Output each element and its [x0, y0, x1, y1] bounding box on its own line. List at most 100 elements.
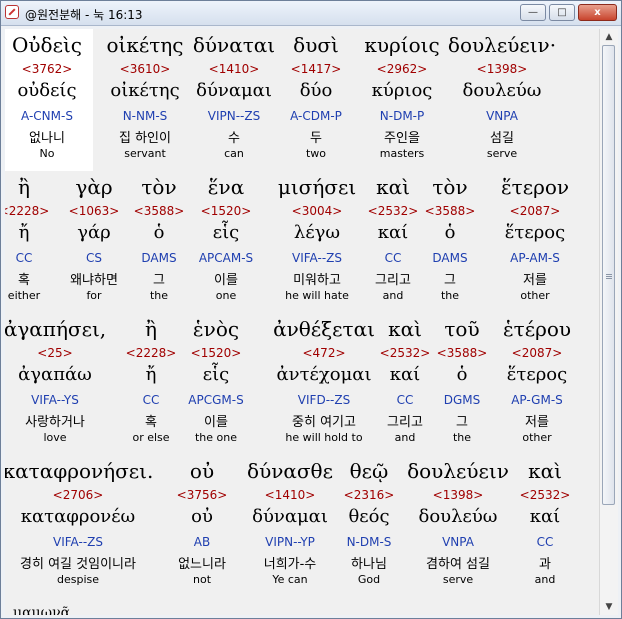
word-kor: 그리고: [387, 415, 423, 430]
title-bar[interactable]: @원전분해 - 눅 16:13 — □ x: [1, 1, 621, 26]
window-title: @원전분해 - 눅 16:13: [25, 8, 143, 22]
word-strong[interactable]: <3762>: [22, 62, 73, 76]
word-strong[interactable]: <2532>: [368, 204, 419, 218]
word-greek[interactable]: ἕνα: [208, 175, 244, 199]
word-kor: 저를: [525, 415, 549, 430]
word-greek[interactable]: τὸν: [432, 175, 467, 199]
word-strong[interactable]: <472>: [302, 346, 345, 360]
word-greek[interactable]: ἢ: [145, 317, 157, 341]
word-strong[interactable]: <3756>: [177, 488, 228, 502]
word-lemma: ὁ: [153, 222, 165, 243]
word-lemma: δουλεύω: [418, 506, 498, 527]
word-eng: masters: [379, 147, 425, 160]
app-icon: [5, 5, 19, 19]
word-strong[interactable]: <2532>: [380, 346, 431, 360]
word-kor: 혹: [18, 273, 30, 288]
word-strong[interactable]: <1398>: [433, 488, 484, 502]
word-greek[interactable]: ἑτέρου: [503, 317, 571, 341]
word-strong[interactable]: <1398>: [477, 62, 528, 76]
word-strong[interactable]: <3610>: [120, 62, 171, 76]
word-strong[interactable]: <1417>: [291, 62, 342, 76]
word-strong[interactable]: <2228>: [5, 204, 49, 218]
vertical-scrollbar[interactable]: ▲ ▼: [599, 29, 618, 615]
word-kor: 혹: [145, 415, 157, 430]
word-greek[interactable]: καὶ: [388, 317, 422, 341]
minimize-button[interactable]: —: [520, 4, 546, 21]
word-strong[interactable]: <1063>: [69, 204, 120, 218]
word-greek[interactable]: οὐ: [190, 459, 214, 483]
word-parse: VIFA--ZS: [53, 535, 103, 549]
word-greek[interactable]: δουλεύειν: [407, 459, 509, 483]
word-strong[interactable]: <1520>: [191, 346, 242, 360]
word-kor: 과: [539, 557, 551, 572]
word-eng: not: [192, 573, 212, 586]
word-eng: or else: [132, 431, 170, 444]
word-lemma: θεός: [348, 506, 390, 527]
word-eng: he will hold to: [285, 431, 363, 444]
word-greek[interactable]: δύναται: [193, 33, 275, 57]
word-eng: either: [7, 289, 41, 302]
word-strong[interactable]: <3004>: [292, 204, 343, 218]
word-greek[interactable]: μισήσει: [278, 175, 356, 199]
word-strong[interactable]: <2087>: [512, 346, 563, 360]
word-greek[interactable]: ἑνὸς: [193, 317, 239, 341]
word-greek[interactable]: καὶ: [528, 459, 562, 483]
word-lemma: ἀγαπάω: [18, 364, 92, 385]
word-lemma: γάρ: [77, 222, 111, 243]
word-greek[interactable]: κυρίοις: [364, 33, 439, 57]
scroll-down-icon[interactable]: ▼: [600, 599, 618, 615]
word-greek[interactable]: θεῷ: [350, 459, 389, 483]
word-greek[interactable]: καταφρονήσει.: [5, 459, 153, 483]
word-parse: VIFD--ZS: [297, 393, 351, 407]
word-lemma: ἕτερος: [504, 222, 566, 243]
word-greek[interactable]: τὸν: [141, 175, 176, 199]
word-greek[interactable]: καὶ: [376, 175, 410, 199]
word-greek[interactable]: ἢ: [18, 175, 30, 199]
word-greek[interactable]: Οὐδεὶς: [12, 33, 82, 57]
word-strong[interactable]: <1410>: [265, 488, 316, 502]
word-greek[interactable]: ἀγαπήσει,: [5, 317, 106, 341]
word-lemma: οἰκέτης: [110, 80, 180, 101]
close-button[interactable]: x: [578, 4, 617, 21]
word-greek[interactable]: οἰκέτης: [107, 33, 184, 57]
word-eng: the: [452, 431, 472, 444]
word-greek[interactable]: τοῦ: [444, 317, 479, 341]
word-strong[interactable]: <2532>: [520, 488, 571, 502]
word-strong[interactable]: <2706>: [53, 488, 104, 502]
word-strong[interactable]: <1520>: [201, 204, 252, 218]
word-eng: and: [394, 431, 416, 444]
word-lemma: καί: [389, 364, 421, 385]
word-parse: N-NM-S: [122, 109, 168, 123]
word-kor: 중히 여기고: [292, 415, 356, 430]
word-strong[interactable]: <25>: [37, 346, 72, 360]
word-kor: 이를: [214, 273, 238, 288]
word-strong[interactable]: <3588>: [437, 346, 488, 360]
word-greek[interactable]: γὰρ: [75, 175, 112, 199]
grip-icon: [606, 274, 612, 275]
word-lemma: οὐδείς: [17, 80, 77, 101]
word-strong[interactable]: <2316>: [344, 488, 395, 502]
word-eng: love: [43, 431, 67, 444]
word-greek[interactable]: ἕτερον: [501, 175, 569, 199]
word-strong[interactable]: <1410>: [209, 62, 260, 76]
word-kor: 그: [153, 273, 165, 288]
word-lemma: εἷς: [212, 222, 240, 243]
word-eng: he will hate: [285, 289, 349, 302]
word-greek[interactable]: δύνασθε: [247, 459, 333, 483]
word-strong[interactable]: <3588>: [134, 204, 185, 218]
word-greek[interactable]: ἀνθέξεται: [273, 317, 375, 341]
word-kor: 두: [310, 131, 322, 146]
word-greek[interactable]: δυσὶ: [293, 33, 339, 57]
interlinear-view[interactable]: μαμωνᾷ Οὐδεὶς <3762> οὐδείς A-CNM-S 없나니 No οἰκ…: [5, 29, 599, 615]
scroll-up-icon[interactable]: ▲: [600, 29, 618, 45]
word-strong[interactable]: <2087>: [510, 204, 561, 218]
word-parse: VIPN--YP: [265, 535, 315, 549]
word-parse: APCAM-S: [198, 251, 254, 265]
word-greek[interactable]: δουλεύειν·: [448, 33, 556, 57]
word-strong[interactable]: <3588>: [425, 204, 476, 218]
word-strong[interactable]: <2962>: [377, 62, 428, 76]
word-parse: N-DM-S: [346, 535, 392, 549]
scroll-thumb[interactable]: [602, 45, 615, 505]
word-strong[interactable]: <2228>: [126, 346, 177, 360]
maximize-button[interactable]: □: [549, 4, 575, 21]
